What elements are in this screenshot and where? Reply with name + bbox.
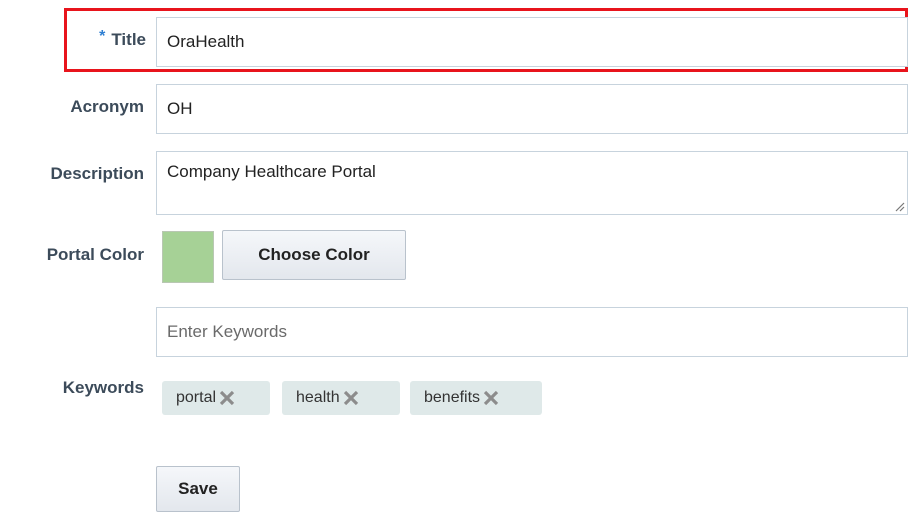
keyword-chip-label: health [296,389,340,406]
acronym-input[interactable]: OH [156,84,908,134]
keywords-placeholder: Enter Keywords [167,322,287,341]
title-input[interactable]: OraHealth [156,17,908,67]
keyword-chip: health [282,381,400,415]
acronym-label: Acronym [70,97,144,116]
choose-color-button[interactable]: Choose Color [222,230,406,280]
save-button[interactable]: Save [156,466,240,512]
keywords-label: Keywords [62,378,144,397]
keywords-input[interactable]: Enter Keywords [156,307,908,357]
keyword-chip-label: portal [176,389,217,406]
close-icon[interactable] [218,389,236,407]
description-textarea[interactable]: Company Healthcare Portal [156,151,908,215]
color-swatch[interactable] [162,231,214,283]
title-input-value: OraHealth [167,32,245,51]
keyword-chip: benefits [410,381,542,415]
portal-settings-form: * Title OraHealth Acronym OH Description … [0,0,908,512]
close-icon[interactable] [342,389,360,407]
title-label-text: Title [111,30,146,49]
description-textarea-value: Company Healthcare Portal [167,162,376,181]
acronym-input-value: OH [167,99,193,118]
close-icon[interactable] [482,389,500,407]
title-label: * Title [70,28,146,50]
keyword-chip-label: benefits [424,389,481,406]
resize-grip-icon[interactable] [893,200,905,212]
portal-color-label: Portal Color [46,245,144,264]
required-marker: * [99,28,106,45]
keyword-chip: portal [162,381,270,415]
description-label: Description [50,164,144,183]
